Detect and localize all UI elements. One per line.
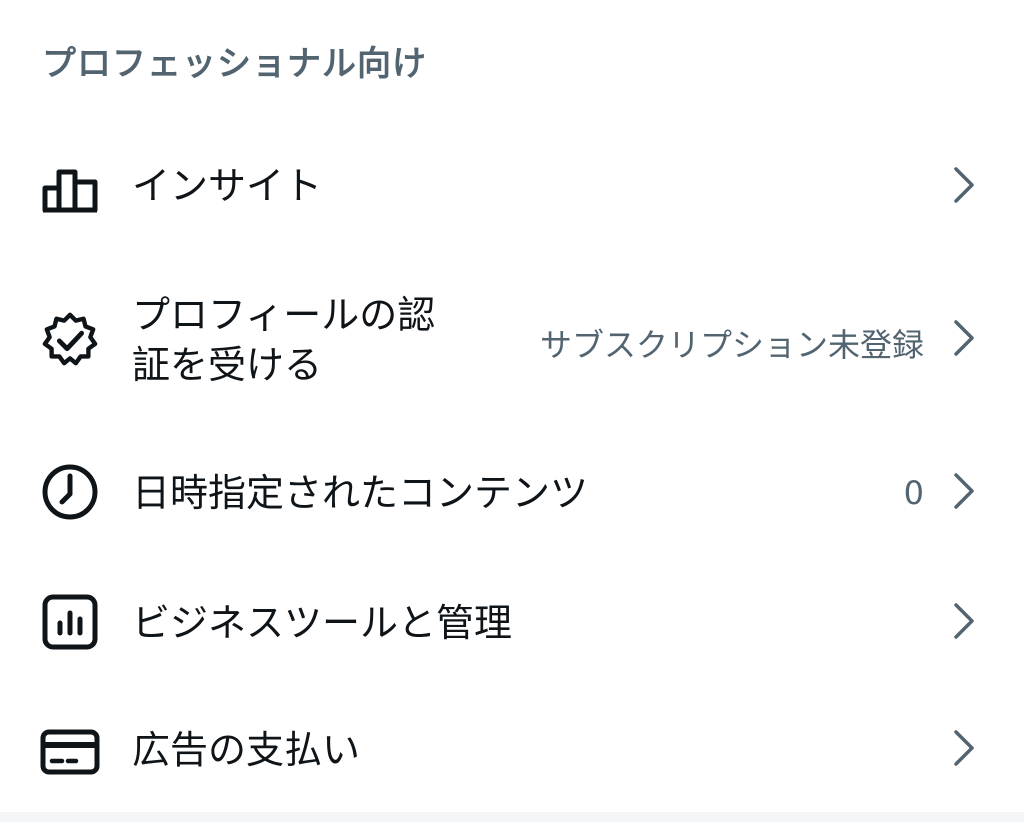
chevron-right-icon (954, 603, 974, 639)
menu-item-insights[interactable]: インサイト (0, 130, 1024, 240)
professional-tools-screen: プロフェッショナル向け インサイト プロフィールの認証を受ける サブスクリプショ… (0, 0, 1024, 822)
menu-item-business-tools[interactable]: ビジネスツールと管理 (0, 570, 1024, 680)
menu-item-label: インサイト (132, 164, 323, 208)
subscription-status: サブスクリプション未登録 (539, 326, 924, 364)
menu-item-label: ビジネスツールと管理 (132, 601, 513, 645)
chevron-right-icon (954, 167, 974, 203)
scheduled-count: 0 (903, 474, 924, 512)
chevron-right-icon (954, 320, 974, 356)
menu-item-label: 広告の支払い (132, 728, 361, 772)
clock-icon (40, 462, 100, 522)
business-tools-icon (40, 592, 100, 652)
menu-item-ad-payments[interactable]: 広告の支払い (0, 700, 1024, 810)
menu-item-label: 日時指定されたコンテンツ (132, 471, 589, 515)
menu-item-label: プロフィールの認証を受ける (132, 293, 436, 387)
credit-card-icon (40, 722, 100, 782)
section-title: プロフェッショナル向け (42, 44, 427, 84)
chevron-right-icon (954, 473, 974, 509)
menu-item-verification[interactable]: プロフィールの認証を受ける サブスクリプション未登録 (0, 270, 1024, 410)
chevron-right-icon (954, 730, 974, 766)
bottom-divider (0, 812, 1024, 822)
menu-item-scheduled-content[interactable]: 日時指定されたコンテンツ 0 (0, 440, 1024, 550)
bar-chart-icon (40, 155, 100, 215)
verified-badge-icon (40, 310, 100, 370)
